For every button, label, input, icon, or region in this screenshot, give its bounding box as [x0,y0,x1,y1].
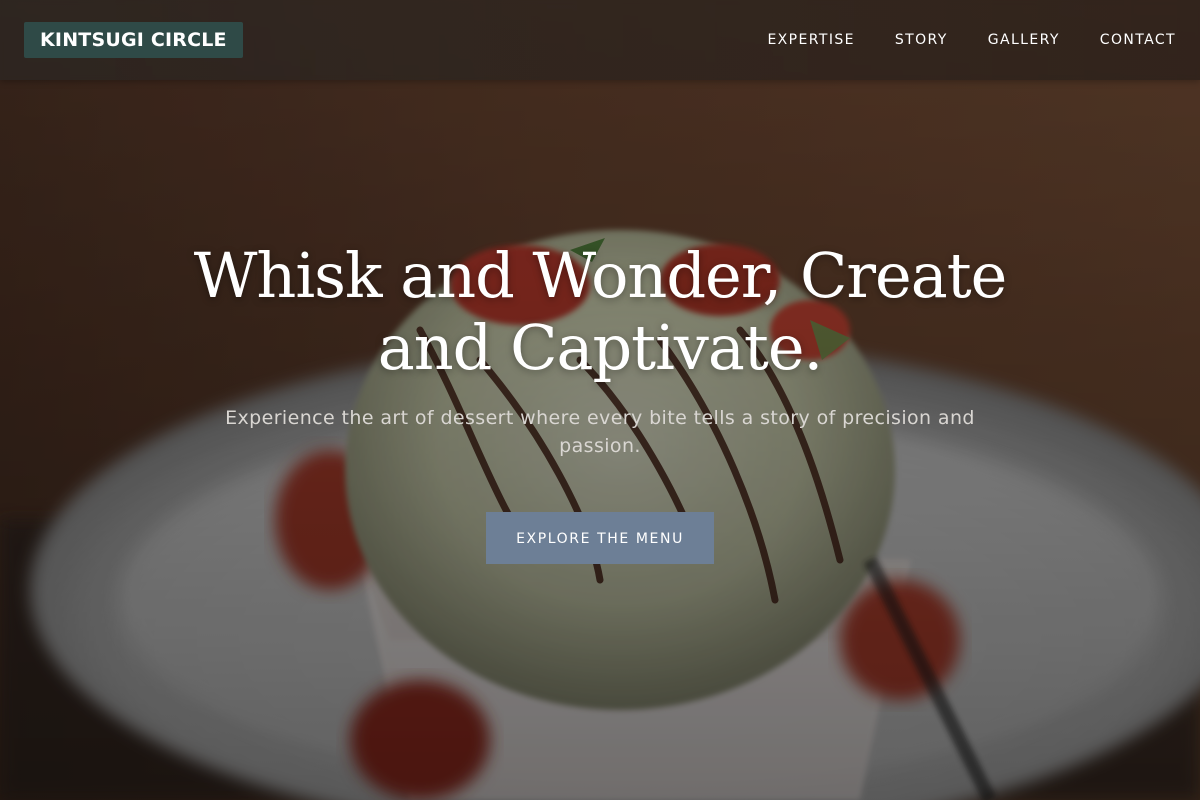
main-navigation: EXPERTISE STORY GALLERY CONTACT [767,0,1176,80]
site-logo[interactable]: KINTSUGI CIRCLE [24,22,243,58]
nav-link-contact[interactable]: CONTACT [1100,32,1176,48]
site-header: KINTSUGI CIRCLE EXPERTISE STORY GALLERY … [0,0,1200,80]
hero-title: Whisk and Wonder, Create and Captivate. [193,239,1008,384]
hero-content: Whisk and Wonder, Create and Captivate. … [0,240,1200,564]
hero-section: KINTSUGI CIRCLE EXPERTISE STORY GALLERY … [0,0,1200,800]
explore-menu-button[interactable]: EXPLORE THE MENU [486,512,714,564]
nav-link-story[interactable]: STORY [895,32,948,48]
nav-link-expertise[interactable]: EXPERTISE [767,32,854,48]
nav-link-gallery[interactable]: GALLERY [988,32,1060,48]
hero-subtitle: Experience the art of dessert where ever… [225,407,975,457]
